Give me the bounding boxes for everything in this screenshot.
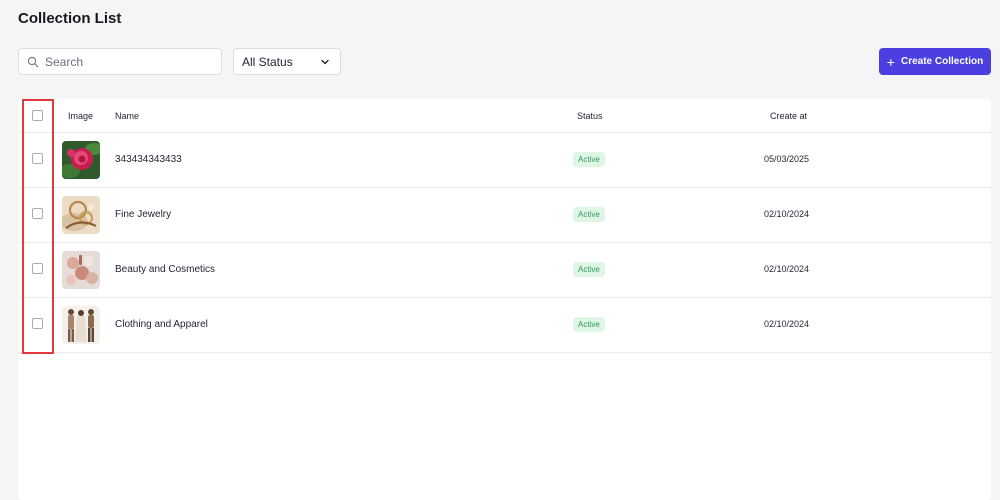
table-header: Image Name Status Create at (18, 99, 991, 133)
status-badge: Active (573, 317, 605, 332)
search-box[interactable] (18, 48, 222, 75)
created-date: 02/10/2024 (764, 264, 810, 274)
status-badge: Active (573, 262, 605, 277)
status-filter-value: All Status (242, 54, 293, 69)
table-row[interactable]: Fine Jewelry Active 02/10/2024 (18, 188, 991, 243)
chevron-down-icon (321, 59, 329, 64)
column-header-image: Image (68, 111, 94, 121)
status-badge: Active (573, 152, 605, 167)
collection-name[interactable]: Beauty and Cosmetics (115, 264, 215, 275)
checkbox-column-highlight (22, 99, 54, 354)
page-title: Collection List (18, 10, 122, 27)
created-date: 02/10/2024 (764, 209, 810, 219)
column-header-create-at[interactable]: Create at (770, 111, 807, 121)
status-filter-select[interactable]: All Status (233, 48, 341, 75)
collection-name[interactable]: Fine Jewelry (115, 209, 171, 220)
created-date: 05/03/2025 (764, 154, 810, 164)
rose-image (62, 141, 100, 179)
table-row[interactable]: Clothing and Apparel Active 02/10/2024 (18, 298, 991, 353)
column-header-name[interactable]: Name (115, 111, 139, 121)
jewelry-image (62, 196, 100, 234)
table-row[interactable]: 343434343433 Active 05/03/2025 (18, 133, 991, 188)
collection-name[interactable]: Clothing and Apparel (115, 319, 208, 330)
cosmetics-image (62, 251, 100, 289)
column-header-status[interactable]: Status (577, 111, 603, 121)
status-badge: Active (573, 207, 605, 222)
create-collection-label: Create Collection (900, 56, 984, 67)
search-icon (27, 56, 39, 67)
create-collection-button[interactable]: + Create Collection (879, 48, 991, 75)
collection-name[interactable]: 343434343433 (115, 154, 182, 165)
search-input[interactable] (45, 54, 215, 69)
plus-icon: + (886, 53, 895, 70)
apparel-image (62, 306, 100, 344)
created-date: 02/10/2024 (764, 319, 810, 329)
collection-table: Image Name Status Create at 343434343433… (18, 99, 991, 500)
table-row[interactable]: Beauty and Cosmetics Active 02/10/2024 (18, 243, 991, 298)
